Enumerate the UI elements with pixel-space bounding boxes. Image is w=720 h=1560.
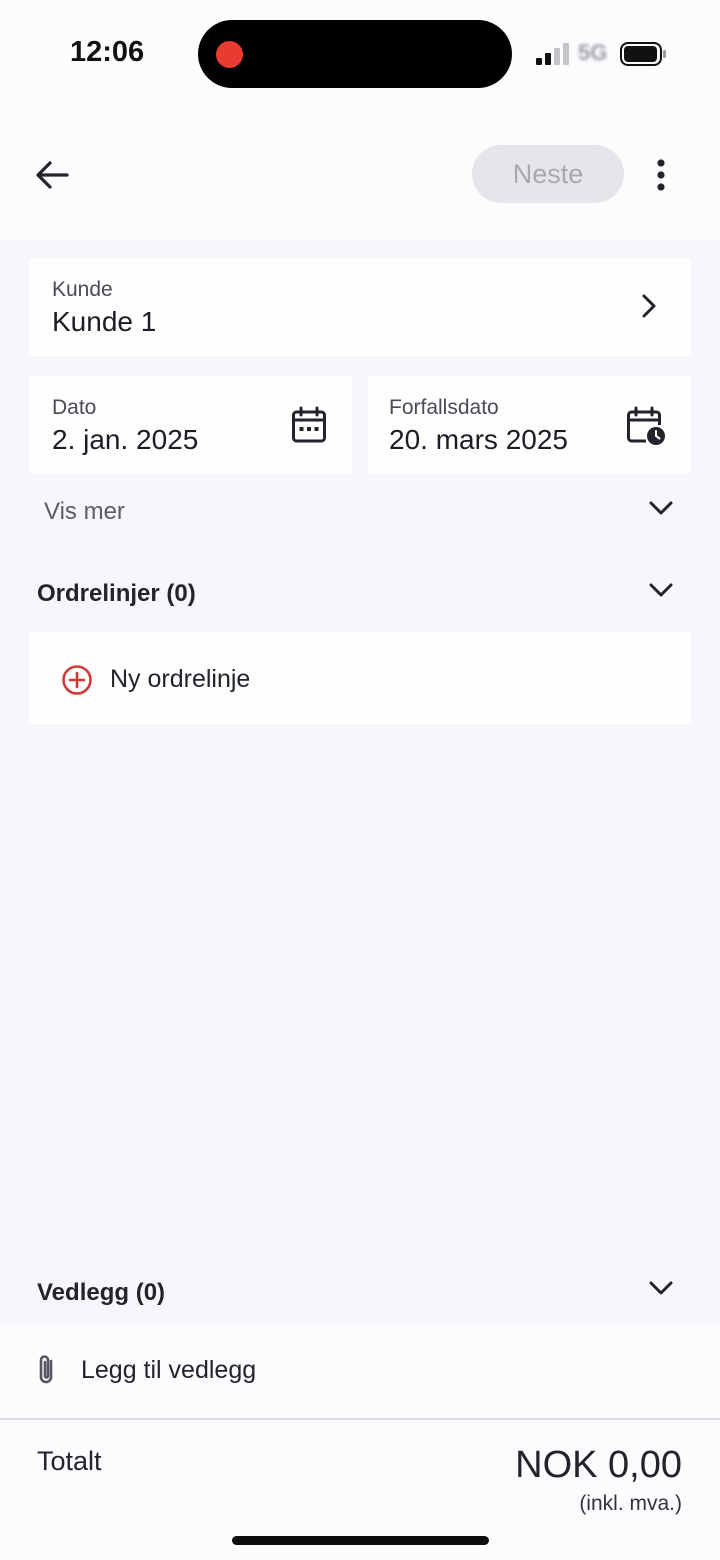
status-bar: 12:06 5G <box>0 0 720 110</box>
battery-icon <box>620 42 666 66</box>
chevron-down-icon[interactable] <box>648 500 674 516</box>
date-value: 2. jan. 2025 <box>52 424 199 455</box>
due-date-field[interactable]: Forfallsdato 20. mars 2025 <box>368 376 691 474</box>
dynamic-island <box>198 20 512 88</box>
attachments-title[interactable]: Vedlegg (0) <box>37 1279 165 1307</box>
total-vat-note: (inkl. mva.) <box>579 1492 682 1515</box>
date-label: Dato <box>52 396 97 419</box>
add-order-line-label: Ny ordrelinje <box>110 665 251 693</box>
signal-icon <box>536 43 569 65</box>
home-indicator[interactable] <box>232 1536 489 1545</box>
chevron-right-icon <box>642 294 656 318</box>
calendar-icon <box>292 406 326 443</box>
add-attachment-label: Legg til vedlegg <box>81 1356 257 1384</box>
next-button[interactable]: Neste <box>472 145 624 203</box>
total-summary: Totalt NOK 0,00 (inkl. mva.) <box>0 1420 720 1560</box>
total-label: Totalt <box>37 1446 102 1476</box>
paperclip-icon <box>39 1355 53 1384</box>
customer-selector[interactable]: Kunde Kunde 1 <box>29 258 691 356</box>
back-arrow-icon <box>36 161 69 189</box>
total-amount: NOK 0,00 <box>515 1444 682 1486</box>
status-time: 12:06 <box>70 36 145 68</box>
chevron-down-icon[interactable] <box>648 1280 674 1296</box>
calendar-clock-icon <box>627 406 665 445</box>
back-button[interactable] <box>32 155 72 195</box>
add-attachment-button[interactable]: Legg til vedlegg <box>0 1324 720 1418</box>
network-type: 5G <box>578 40 608 65</box>
more-options-button[interactable] <box>645 155 677 195</box>
due-date-value: 20. mars 2025 <box>389 424 568 455</box>
top-app-bar: Neste <box>0 110 720 240</box>
recording-indicator-icon <box>216 41 243 68</box>
chevron-down-icon[interactable] <box>648 582 674 598</box>
show-more-toggle[interactable]: Vis mer <box>44 498 125 526</box>
add-order-line-button[interactable]: Ny ordrelinje <box>29 632 691 724</box>
more-vertical-icon <box>657 159 665 191</box>
plus-circle-icon <box>62 665 92 695</box>
due-date-label: Forfallsdato <box>389 396 499 419</box>
customer-value: Kunde 1 <box>52 306 157 337</box>
date-field[interactable]: Dato 2. jan. 2025 <box>29 376 352 474</box>
customer-label: Kunde <box>52 278 113 301</box>
order-lines-title[interactable]: Ordrelinjer (0) <box>37 580 196 608</box>
